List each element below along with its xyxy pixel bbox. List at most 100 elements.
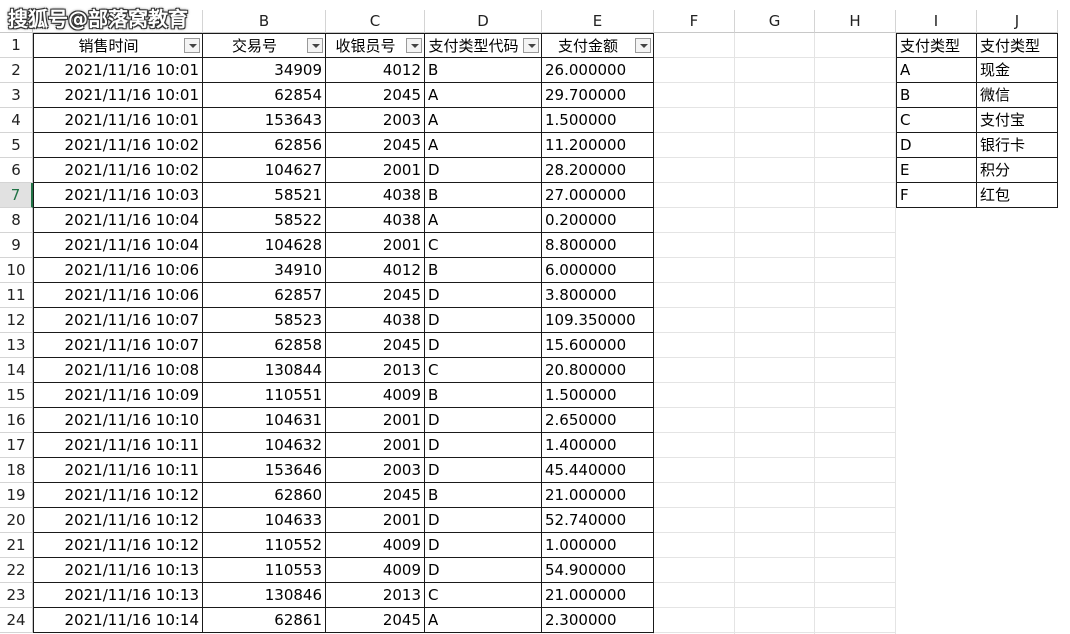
transaction-no-cell[interactable]: 153643: [203, 108, 326, 133]
cashier-no-cell[interactable]: 2045: [326, 83, 425, 108]
sale-time-cell[interactable]: 2021/11/16 10:06: [33, 283, 203, 308]
lookup-header-cell[interactable]: 支付类型: [977, 33, 1058, 58]
lookup-name-cell[interactable]: 红包: [977, 183, 1058, 208]
pay-type-code-cell[interactable]: A: [425, 83, 542, 108]
pay-amount-cell[interactable]: 1.500000: [542, 108, 654, 133]
pay-type-code-cell[interactable]: D: [425, 433, 542, 458]
sale-time-cell[interactable]: 2021/11/16 10:14: [33, 608, 203, 633]
pay-type-code-cell[interactable]: D: [425, 333, 542, 358]
lookup-header-cell[interactable]: 支付类型: [896, 33, 977, 58]
pay-amount-cell[interactable]: 29.700000: [542, 83, 654, 108]
row-header-14[interactable]: 14: [0, 358, 33, 383]
lookup-name-cell[interactable]: 现金: [977, 58, 1058, 83]
transaction-no-cell[interactable]: 153646: [203, 458, 326, 483]
transaction-no-cell[interactable]: 62858: [203, 333, 326, 358]
column-header-d[interactable]: D: [425, 10, 542, 33]
row-header-1[interactable]: 1: [0, 33, 33, 58]
sale-time-cell[interactable]: 2021/11/16 10:12: [33, 508, 203, 533]
pay-type-code-cell[interactable]: B: [425, 183, 542, 208]
row-header-19[interactable]: 19: [0, 483, 33, 508]
pay-type-code-cell[interactable]: D: [425, 533, 542, 558]
transaction-no-cell[interactable]: 104627: [203, 158, 326, 183]
cashier-no-cell[interactable]: 4038: [326, 208, 425, 233]
row-header-4[interactable]: 4: [0, 108, 33, 133]
pay-amount-cell[interactable]: 20.800000: [542, 358, 654, 383]
row-header-2[interactable]: 2: [0, 58, 33, 83]
pay-amount-cell[interactable]: 45.440000: [542, 458, 654, 483]
pay-amount-cell[interactable]: 26.000000: [542, 58, 654, 83]
filter-dropdown-icon[interactable]: [307, 38, 323, 53]
lookup-name-cell[interactable]: 积分: [977, 158, 1058, 183]
row-header-24[interactable]: 24: [0, 608, 33, 633]
transaction-no-cell[interactable]: 58522: [203, 208, 326, 233]
spreadsheet-grid[interactable]: A B C D E F G H I J 1 2 3 4 5 6 7 8 9 10 11 12 13 14 15 16 17 18 19 2…: [0, 0, 1070, 634]
sale-time-cell[interactable]: 2021/11/16 10:01: [33, 83, 203, 108]
sale-time-cell[interactable]: 2021/11/16 10:06: [33, 258, 203, 283]
pay-type-code-cell[interactable]: D: [425, 283, 542, 308]
pay-type-code-cell[interactable]: C: [425, 358, 542, 383]
transaction-no-cell[interactable]: 110553: [203, 558, 326, 583]
pay-type-code-cell[interactable]: B: [425, 483, 542, 508]
cashier-no-cell[interactable]: 2001: [326, 408, 425, 433]
lookup-code-cell[interactable]: F: [896, 183, 977, 208]
cashier-no-cell[interactable]: 2001: [326, 158, 425, 183]
pay-type-code-cell[interactable]: A: [425, 608, 542, 633]
pay-amount-cell[interactable]: 0.200000: [542, 208, 654, 233]
pay-amount-cell[interactable]: 1.500000: [542, 383, 654, 408]
transaction-no-cell[interactable]: 34910: [203, 258, 326, 283]
pay-type-code-cell[interactable]: B: [425, 258, 542, 283]
transaction-no-cell[interactable]: 130846: [203, 583, 326, 608]
filter-dropdown-icon[interactable]: [406, 38, 422, 53]
cashier-no-cell[interactable]: 4012: [326, 258, 425, 283]
pay-type-code-cell[interactable]: D: [425, 408, 542, 433]
row-header-17[interactable]: 17: [0, 433, 33, 458]
cashier-no-cell[interactable]: 2001: [326, 433, 425, 458]
row-header-15[interactable]: 15: [0, 383, 33, 408]
column-header-b[interactable]: B: [203, 10, 326, 33]
transaction-no-cell[interactable]: 34909: [203, 58, 326, 83]
pay-amount-cell[interactable]: 28.200000: [542, 158, 654, 183]
cashier-no-cell[interactable]: 2045: [326, 608, 425, 633]
cashier-no-cell[interactable]: 2013: [326, 583, 425, 608]
cashier-no-cell[interactable]: 2003: [326, 108, 425, 133]
pay-type-code-cell[interactable]: C: [425, 583, 542, 608]
lookup-code-cell[interactable]: E: [896, 158, 977, 183]
sale-time-cell[interactable]: 2021/11/16 10:02: [33, 133, 203, 158]
pay-amount-cell[interactable]: 1.400000: [542, 433, 654, 458]
transaction-no-cell[interactable]: 62861: [203, 608, 326, 633]
pay-amount-cell[interactable]: 3.800000: [542, 283, 654, 308]
lookup-name-cell[interactable]: 支付宝: [977, 108, 1058, 133]
row-header-10[interactable]: 10: [0, 258, 33, 283]
row-header-11[interactable]: 11: [0, 283, 33, 308]
cashier-no-cell[interactable]: 4009: [326, 558, 425, 583]
pay-amount-cell[interactable]: 109.350000: [542, 308, 654, 333]
row-header-9[interactable]: 9: [0, 233, 33, 258]
column-header-c[interactable]: C: [326, 10, 425, 33]
sale-time-cell[interactable]: 2021/11/16 10:12: [33, 533, 203, 558]
pay-amount-cell[interactable]: 27.000000: [542, 183, 654, 208]
column-header-j[interactable]: J: [977, 10, 1058, 33]
sale-time-cell[interactable]: 2021/11/16 10:09: [33, 383, 203, 408]
sale-time-cell[interactable]: 2021/11/16 10:10: [33, 408, 203, 433]
sale-time-cell[interactable]: 2021/11/16 10:04: [33, 208, 203, 233]
sale-time-cell[interactable]: 2021/11/16 10:04: [33, 233, 203, 258]
cashier-no-cell[interactable]: 2045: [326, 133, 425, 158]
transaction-no-cell[interactable]: 110552: [203, 533, 326, 558]
column-header-g[interactable]: G: [735, 10, 815, 33]
transaction-no-cell[interactable]: 104628: [203, 233, 326, 258]
pay-type-code-cell[interactable]: A: [425, 133, 542, 158]
transaction-no-cell[interactable]: 62860: [203, 483, 326, 508]
cashier-no-cell[interactable]: 2045: [326, 483, 425, 508]
transaction-no-cell[interactable]: 104633: [203, 508, 326, 533]
pay-amount-cell[interactable]: 1.000000: [542, 533, 654, 558]
transaction-no-cell[interactable]: 130844: [203, 358, 326, 383]
pay-amount-cell[interactable]: 54.900000: [542, 558, 654, 583]
sale-time-cell[interactable]: 2021/11/16 10:08: [33, 358, 203, 383]
pay-amount-cell[interactable]: 2.300000: [542, 608, 654, 633]
cashier-no-cell[interactable]: 4009: [326, 383, 425, 408]
column-header-e[interactable]: E: [542, 10, 654, 33]
lookup-name-cell[interactable]: 微信: [977, 83, 1058, 108]
cashier-no-cell[interactable]: 2001: [326, 508, 425, 533]
cashier-no-cell[interactable]: 4038: [326, 183, 425, 208]
pay-amount-cell[interactable]: 21.000000: [542, 583, 654, 608]
